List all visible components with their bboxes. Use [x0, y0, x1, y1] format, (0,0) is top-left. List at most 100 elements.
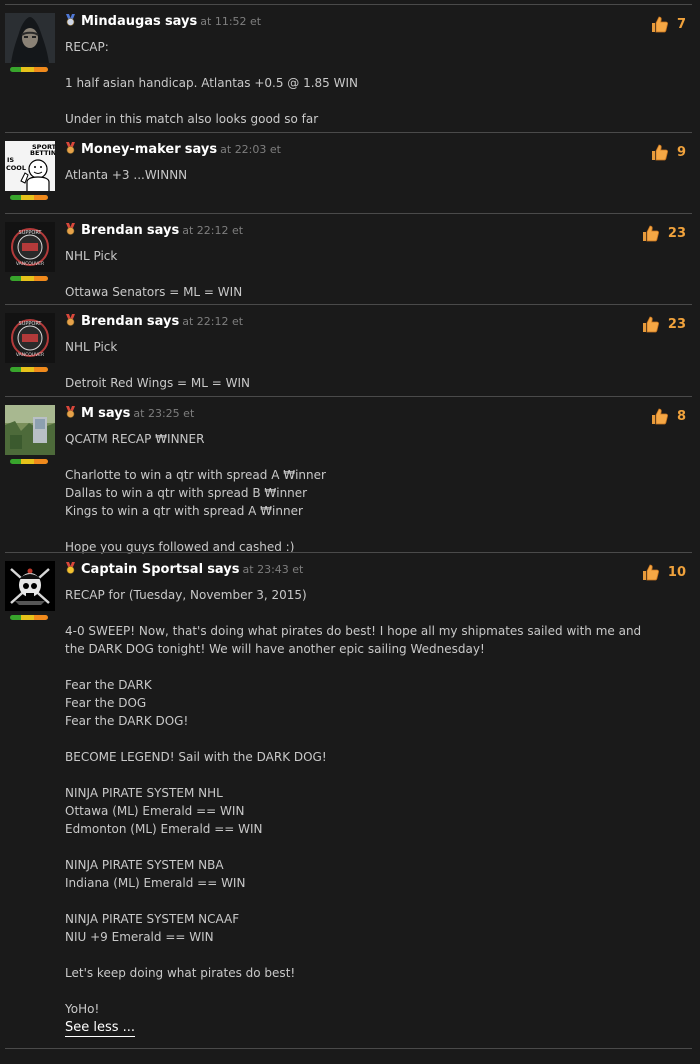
gold-medal-icon	[65, 562, 76, 578]
author-name[interactable]: Mindaugas	[81, 14, 161, 29]
see-less-link[interactable]: See less ...	[65, 1020, 136, 1037]
comment-line: Ottawa (ML) Emerald == WIN	[65, 804, 245, 818]
comment-line: 4-0 SWEEP! Now, that's doing what pirate…	[65, 624, 642, 638]
svg-text:VANCOUVER: VANCOUVER	[16, 352, 44, 358]
svg-text:COOL: COOL	[6, 164, 26, 172]
comment-header: Money-maker says at 22:03 et	[65, 142, 281, 158]
like-count: 10	[667, 564, 686, 580]
svg-text:IS: IS	[7, 156, 14, 164]
like-count: 23	[667, 316, 686, 332]
support-vancouver-badge-avatar[interactable]: SUPPORT VANCOUVER	[5, 313, 55, 363]
comment: SUPPORT VANCOUVER Brendan says at 22:12 et 2…	[5, 213, 692, 304]
says-word: says	[184, 142, 218, 157]
comment-line: RECAP for (Tuesday, November 3, 2015)	[65, 588, 307, 602]
timestamp: at 23:43 et	[242, 563, 304, 576]
comment-line: Indiana (ML) Emerald == WIN	[65, 876, 246, 890]
comment: SPORTSBETTINGISCOOL Money-maker saysat 22…	[5, 132, 692, 213]
timestamp: at 22:12 et	[182, 315, 244, 328]
svg-text:SUPPORT: SUPPORT	[19, 321, 43, 327]
timestamp: at 22:12 et	[182, 224, 244, 237]
support-vancouver-badge-avatar[interactable]: SUPPORT VANCOUVER	[5, 222, 55, 272]
comment-line: RECAP:	[65, 40, 109, 54]
says-word: says	[98, 406, 131, 421]
rank-bar	[10, 276, 48, 281]
like-count: 9	[676, 144, 686, 160]
comment-line: NINJA PIRATE SYSTEM NCAAF	[65, 912, 240, 926]
bronze-medal-icon	[65, 314, 76, 330]
comment-line: Detroit Red Wings = ML = WIN	[65, 376, 251, 390]
author-name[interactable]: Brendan	[81, 223, 143, 238]
bronze-medal-icon	[65, 223, 76, 239]
says-word: says	[207, 562, 240, 577]
comment-body: RECAP for (Tuesday, November 3, 2015) 4-0…	[65, 586, 665, 1037]
pirate-skull-avatar[interactable]	[5, 561, 55, 611]
comment-header: Brendan says at 22:12 et	[65, 223, 243, 239]
comment-line: NIU +9 Emerald == WIN	[65, 930, 214, 944]
comment-body: RECAP: 1 half asian handicap. Atlantas +0…	[65, 38, 665, 128]
comment-body: Atlanta +3 ...WINNN	[65, 166, 665, 184]
silver-medal-icon	[65, 14, 76, 30]
author-name[interactable]: Money-maker	[81, 142, 181, 157]
bronze-medal-icon	[65, 406, 76, 422]
like-widget: 23	[640, 314, 686, 334]
thumbs-up-icon[interactable]	[649, 406, 669, 426]
comment-list: Mindaugas says at 11:52 et 7 RECAP: 1 half a…	[0, 4, 700, 1049]
thumbs-up-icon[interactable]	[640, 223, 660, 243]
author-name[interactable]: Brendan	[81, 314, 143, 329]
rank-bar	[10, 195, 48, 200]
says-word: says	[164, 14, 198, 29]
comment-line: NHL Pick	[65, 340, 118, 354]
timestamp: at 22:03 et	[220, 143, 281, 156]
comment-line: Dallas to win a qtr with spread B ₩inner	[65, 486, 308, 500]
says-word: says	[146, 223, 180, 238]
like-widget: 9	[649, 142, 686, 162]
like-widget: 8	[649, 406, 686, 426]
comment-line: Charlotte to win a qtr with spread A ₩in…	[65, 468, 326, 482]
thumbs-up-icon[interactable]	[649, 142, 669, 162]
like-widget: 23	[640, 223, 686, 243]
comment-line: Fear the DARK	[65, 678, 152, 692]
hooded-figure-avatar[interactable]	[5, 13, 55, 63]
rank-bar	[10, 67, 48, 72]
like-widget: 10	[640, 562, 686, 582]
comment: Captain Sportsal says at 23:43 et 10 RECAP …	[5, 552, 692, 1049]
comment: Mindaugas says at 11:52 et 7 RECAP: 1 half a…	[5, 4, 692, 132]
sports-betting-cartoon-avatar[interactable]: SPORTSBETTINGISCOOL	[5, 141, 55, 191]
thumbs-up-icon[interactable]	[649, 14, 669, 34]
comment-body: NHL Pick Detroit Red Wings = ML = WIN	[65, 338, 665, 392]
photo-avatar[interactable]	[5, 405, 55, 455]
rank-bar	[10, 459, 48, 464]
thumbs-up-icon[interactable]	[640, 314, 660, 334]
comment-line: Kings to win a qtr with spread A ₩inner	[65, 504, 303, 518]
timestamp: at 11:52 et	[200, 15, 262, 28]
author-name[interactable]: Captain Sportsal	[81, 562, 203, 577]
comment: SUPPORT VANCOUVER Brendan says at 22:12 et 2…	[5, 304, 692, 396]
comment-line: NHL Pick	[65, 249, 118, 263]
author-name[interactable]: M	[81, 406, 94, 421]
comment-line: Fear the DOG	[65, 696, 147, 710]
timestamp: at 23:25 et	[133, 407, 195, 420]
comment-line: NINJA PIRATE SYSTEM NBA	[65, 858, 224, 872]
comment-line: 1 half asian handicap. Atlantas +0.5 @ 1…	[65, 76, 359, 90]
like-count: 7	[676, 16, 686, 32]
comment-body: QCATM RECAP ₩INNER Charlotte to win a qtr…	[65, 430, 665, 556]
comment-header: Brendan says at 22:12 et	[65, 314, 243, 330]
comment-header: Mindaugas says at 11:52 et	[65, 14, 261, 30]
thumbs-up-icon[interactable]	[640, 562, 660, 582]
comment-line: BECOME LEGEND! Sail with the DARK DOG!	[65, 750, 327, 764]
comment-line: Fear the DARK DOG!	[65, 714, 189, 728]
like-widget: 7	[649, 14, 686, 34]
